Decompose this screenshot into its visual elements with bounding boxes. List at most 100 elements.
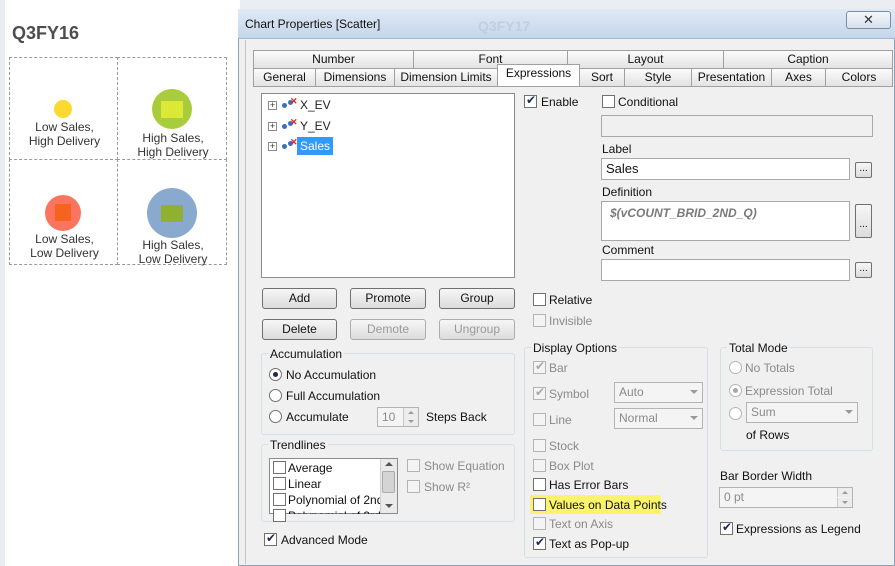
radio-no-accumulation[interactable] bbox=[269, 368, 282, 381]
bubble-low-high[interactable] bbox=[54, 100, 72, 118]
of-rows-label: of Rows bbox=[746, 428, 790, 442]
comment-edit-button[interactable]: ... bbox=[855, 262, 872, 278]
tree-item-y-ev[interactable]: Y_EV bbox=[300, 117, 331, 135]
quadrant-high-sales-high-delivery[interactable]: High Sales, High Delivery bbox=[117, 57, 227, 160]
has-error-bars-checkbox[interactable] bbox=[533, 478, 546, 491]
expressions-as-legend-checkbox[interactable] bbox=[720, 520, 733, 535]
tab-number[interactable]: Number bbox=[253, 50, 414, 68]
bar-border-width-stepper[interactable]: 0 pt bbox=[719, 487, 853, 508]
trend-linear-checkbox[interactable] bbox=[273, 477, 286, 490]
trend-poly2-checkbox[interactable] bbox=[273, 493, 286, 506]
definition-input[interactable]: $(vCOUNT_BRID_2ND_Q) bbox=[601, 201, 850, 241]
display-options-title: Display Options bbox=[531, 341, 620, 355]
definition-edit-button[interactable]: ... bbox=[855, 204, 872, 238]
stock-checkbox[interactable] bbox=[533, 439, 546, 452]
steps-back-stepper[interactable]: 10 bbox=[377, 407, 419, 427]
advanced-mode-checkbox[interactable] bbox=[264, 531, 277, 546]
scroll-up-icon[interactable] bbox=[385, 462, 393, 466]
demote-button[interactable]: Demote bbox=[350, 319, 426, 340]
show-r2-label: Show R² bbox=[424, 480, 471, 494]
symbol-select[interactable]: Auto bbox=[614, 382, 703, 403]
stepper-up-icon[interactable] bbox=[403, 408, 418, 417]
stepper-up-icon[interactable] bbox=[837, 488, 852, 497]
conditional-field[interactable] bbox=[601, 115, 873, 137]
radio-no-totals[interactable] bbox=[729, 361, 742, 374]
tab-dimensions[interactable]: Dimensions bbox=[315, 68, 395, 86]
tab-colors[interactable]: Colors bbox=[825, 68, 893, 86]
has-error-bars-label: Has Error Bars bbox=[549, 478, 629, 492]
conditional-checkbox[interactable] bbox=[602, 95, 615, 108]
quadrant-label: Low Sales, High Delivery bbox=[28, 120, 101, 148]
group-button[interactable]: Group bbox=[439, 288, 515, 309]
stepper-down-icon[interactable] bbox=[837, 498, 852, 507]
box-plot-checkbox[interactable] bbox=[533, 459, 546, 472]
radio-full-accumulation[interactable] bbox=[269, 389, 282, 402]
delete-button[interactable]: Delete bbox=[262, 319, 337, 340]
chevron-down-icon bbox=[690, 390, 698, 394]
show-equation-checkbox[interactable] bbox=[407, 459, 420, 472]
close-icon: ✕ bbox=[863, 12, 874, 27]
bar-checkbox[interactable] bbox=[533, 359, 546, 374]
trendlines-scrollbar[interactable] bbox=[380, 459, 397, 513]
bar-border-width-value: 0 pt bbox=[724, 490, 745, 504]
quadrant-low-sales-low-delivery[interactable]: Low Sales, Low Delivery bbox=[9, 159, 118, 265]
trend-poly3-checkbox[interactable] bbox=[273, 509, 286, 522]
bubble-low-low[interactable] bbox=[45, 195, 81, 231]
quadrant-high-sales-low-delivery[interactable]: High Sales, Low Delivery bbox=[117, 159, 227, 266]
full-accumulation-label: Full Accumulation bbox=[286, 389, 381, 403]
trend-average-checkbox[interactable] bbox=[273, 461, 286, 474]
expand-icon[interactable]: + bbox=[268, 122, 277, 131]
invisible-checkbox[interactable] bbox=[533, 314, 546, 327]
bubble-high-low[interactable] bbox=[147, 188, 197, 238]
tab-general[interactable]: General bbox=[253, 68, 316, 86]
radio-sum[interactable] bbox=[729, 407, 742, 420]
ungroup-button[interactable]: Ungroup bbox=[439, 319, 515, 340]
expressions-as-legend-label: Expressions as Legend bbox=[736, 522, 861, 536]
scroll-down-icon[interactable] bbox=[385, 504, 393, 508]
tab-dimension-limits[interactable]: Dimension Limits bbox=[394, 68, 498, 86]
tab-caption[interactable]: Caption bbox=[723, 50, 893, 68]
promote-button[interactable]: Promote bbox=[350, 288, 426, 309]
relative-label: Relative bbox=[549, 293, 593, 307]
box-plot-label: Box Plot bbox=[549, 459, 594, 473]
comment-input[interactable] bbox=[601, 259, 850, 281]
tab-presentation[interactable]: Presentation bbox=[691, 68, 772, 86]
add-button[interactable]: Add bbox=[262, 288, 337, 309]
expand-icon[interactable]: + bbox=[268, 101, 277, 110]
relative-checkbox[interactable] bbox=[533, 293, 546, 306]
bubble-high-high[interactable] bbox=[152, 89, 192, 129]
line-style-select[interactable]: Normal bbox=[614, 408, 703, 429]
sum-select-value: Sum bbox=[751, 405, 776, 419]
symbol-checkbox[interactable] bbox=[533, 385, 546, 400]
sum-select[interactable]: Sum bbox=[746, 402, 858, 423]
radio-expression-total[interactable] bbox=[729, 384, 742, 397]
label-edit-button[interactable]: ... bbox=[855, 162, 872, 178]
tab-expressions[interactable]: Expressions bbox=[497, 64, 580, 86]
radio-accumulate[interactable] bbox=[269, 410, 282, 423]
total-mode-title: Total Mode bbox=[727, 341, 790, 355]
bubble-marker bbox=[161, 101, 183, 118]
tab-axes[interactable]: Axes bbox=[771, 68, 826, 86]
scroll-thumb[interactable] bbox=[382, 471, 395, 493]
values-on-data-points-checkbox[interactable] bbox=[533, 498, 546, 511]
definition-caption: Definition bbox=[602, 185, 653, 199]
tab-style[interactable]: Style bbox=[624, 68, 692, 86]
text-as-popup-checkbox[interactable] bbox=[533, 535, 546, 550]
stepper-down-icon[interactable] bbox=[403, 417, 418, 426]
dialog-title: Chart Properties [Scatter] bbox=[245, 17, 381, 31]
line-checkbox[interactable] bbox=[533, 413, 546, 426]
values-on-data-points-label: Values on Data Points bbox=[549, 498, 667, 512]
close-button[interactable]: ✕ bbox=[846, 11, 891, 29]
quadrant-low-sales-high-delivery[interactable]: Low Sales, High Delivery bbox=[9, 57, 118, 160]
tree-item-x-ev[interactable]: X_EV bbox=[300, 96, 331, 114]
tree-item-sales[interactable]: Sales bbox=[297, 137, 334, 155]
text-on-axis-checkbox[interactable] bbox=[533, 517, 546, 530]
line-style-select-value: Normal bbox=[619, 411, 658, 425]
total-mode-group bbox=[720, 347, 873, 451]
enable-checkbox[interactable] bbox=[524, 93, 537, 108]
label-input[interactable]: Sales bbox=[601, 158, 850, 180]
show-r2-checkbox[interactable] bbox=[407, 480, 420, 493]
tab-sort[interactable]: Sort bbox=[579, 68, 625, 86]
tab-layout[interactable]: Layout bbox=[567, 50, 724, 68]
expand-icon[interactable]: + bbox=[268, 142, 277, 151]
